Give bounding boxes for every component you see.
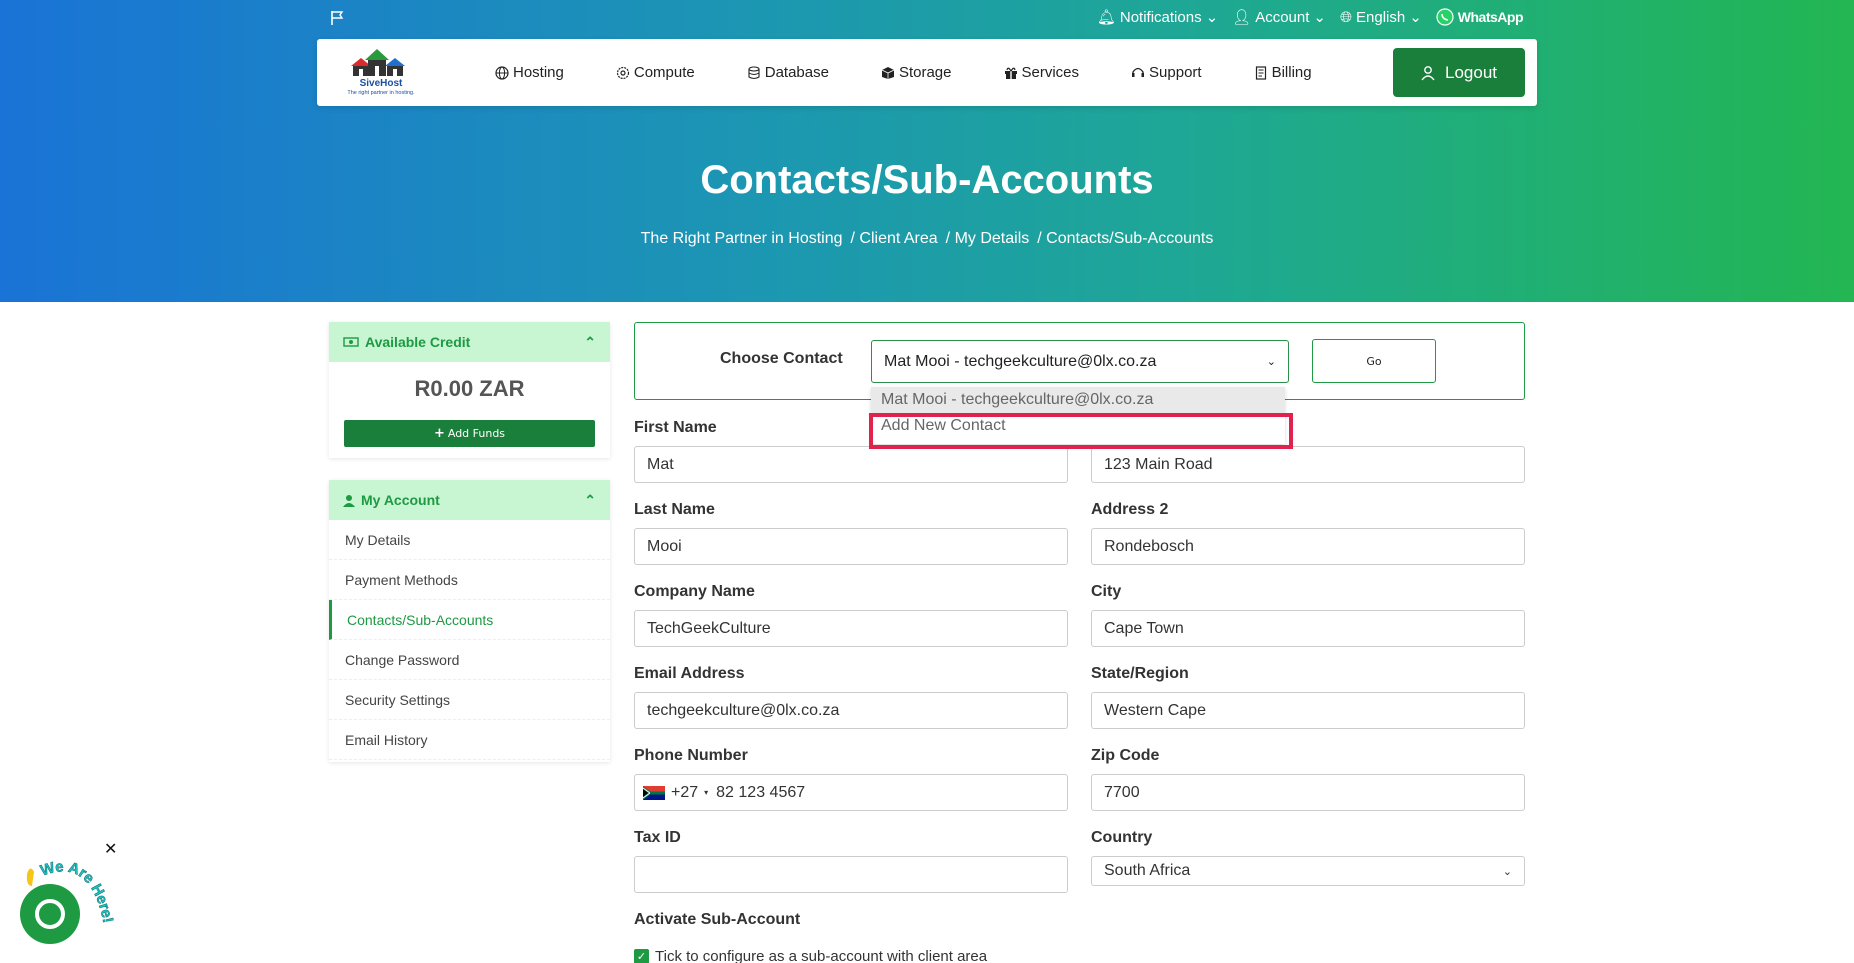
contact-select[interactable]: Mat Mooi - techgeekculture@0lx.co.za ⌄: [871, 340, 1289, 383]
nav-hosting[interactable]: Hosting: [495, 64, 564, 81]
my-account-panel: My Account ⌃ My Details Payment Methods …: [329, 480, 610, 762]
account-menu[interactable]: 👤︎ Account ⌄: [1232, 8, 1326, 27]
hero-banner: 🔔︎ Notifications ⌄ 👤︎ Account ⌄ 🌐︎ Engli…: [0, 0, 1854, 302]
globe-icon: 🌐︎: [1339, 8, 1352, 26]
user-icon: [343, 494, 355, 507]
breadcrumb-home[interactable]: The Right Partner in Hosting: [641, 230, 843, 248]
state-label: State/Region: [1091, 665, 1189, 682]
go-button[interactable]: Go: [1312, 339, 1436, 383]
caret-down-icon: ▾: [704, 788, 709, 797]
nav-storage[interactable]: Storage: [881, 64, 952, 81]
box-icon: [881, 66, 895, 79]
activate-subaccount-label: Activate Sub-Account: [634, 911, 801, 928]
chevron-down-icon: ⌄: [1313, 9, 1326, 26]
chevron-up-icon[interactable]: ⌃: [584, 334, 596, 351]
credit-panel-header[interactable]: Available Credit ⌃: [329, 322, 610, 362]
gear-icon: [616, 66, 629, 79]
nav-items: Hosting Compute Database Storage Service…: [495, 39, 1364, 106]
country-code-picker[interactable]: +27 ▾: [643, 784, 708, 802]
state-field[interactable]: Western Cape: [1091, 692, 1525, 729]
whatsapp-icon: [1436, 8, 1454, 26]
company-label: Company Name: [634, 583, 755, 600]
globe-icon: [495, 65, 509, 80]
flag-icon[interactable]: [330, 10, 344, 26]
breadcrumb-my-details[interactable]: / My Details: [946, 230, 1030, 248]
breadcrumb: The Right Partner in Hosting / Client Ar…: [0, 230, 1854, 248]
chevron-down-icon: ⌄: [1502, 865, 1512, 878]
sidebar-item-contacts[interactable]: Contacts/Sub-Accounts: [329, 600, 610, 640]
last-name-label: Last Name: [634, 501, 715, 518]
address2-label: Address 2: [1091, 501, 1169, 518]
whatsapp-link[interactable]: WhatsApp: [1436, 8, 1524, 26]
subaccount-checkbox[interactable]: ✓: [634, 949, 649, 963]
nav-compute[interactable]: Compute: [616, 64, 695, 81]
invoice-icon: [1255, 65, 1266, 80]
email-field[interactable]: techgeekculture@0lx.co.za: [634, 692, 1068, 729]
subaccount-checkbox-row[interactable]: ✓ Tick to configure as a sub-account wit…: [634, 948, 987, 963]
gift-icon: [1004, 67, 1017, 79]
sivehost-logo[interactable]: SiveHost The right partner in hosting.: [331, 44, 431, 100]
logo-tagline: The right partner in hosting.: [347, 90, 415, 96]
chevron-down-icon: ⌄: [1266, 356, 1276, 368]
last-name-field[interactable]: Mooi: [634, 528, 1068, 565]
chat-bubble-icon: [35, 899, 65, 929]
choose-contact-label: Choose Contact: [720, 350, 843, 367]
nav-database[interactable]: Database: [747, 64, 829, 81]
headset-icon: [1132, 67, 1145, 77]
database-icon: [748, 65, 760, 79]
email-label: Email Address: [634, 665, 745, 682]
available-credit-panel: Available Credit ⌃ R0.00 ZAR + Add Funds: [329, 322, 610, 458]
chevron-up-icon[interactable]: ⌃: [584, 492, 596, 509]
plus-icon: +: [433, 426, 445, 441]
money-icon: [343, 337, 359, 347]
chevron-down-icon: ⌄: [1205, 9, 1219, 26]
dropdown-option-existing[interactable]: Mat Mooi - techgeekculture@0lx.co.za: [871, 387, 1285, 413]
close-icon[interactable]: ✕: [104, 839, 117, 858]
breadcrumb-client-area[interactable]: / Client Area: [851, 230, 938, 248]
user-icon: 👤︎: [1232, 9, 1252, 26]
nav-support[interactable]: Support: [1131, 64, 1202, 81]
zip-label: Zip Code: [1091, 747, 1160, 764]
waving-hand-icon: [26, 868, 34, 886]
nav-services[interactable]: Services: [1004, 64, 1079, 81]
first-name-field[interactable]: Mat: [634, 446, 1068, 483]
country-label: Country: [1091, 829, 1153, 846]
south-africa-flag-icon: [643, 785, 665, 800]
phone-field[interactable]: +27 ▾ 82 123 4567: [634, 774, 1068, 811]
city-field[interactable]: Cape Town: [1091, 610, 1525, 647]
top-bar: 🔔︎ Notifications ⌄ 👤︎ Account ⌄ 🌐︎ Engli…: [1096, 8, 1524, 27]
tax-id-label: Tax ID: [634, 829, 681, 846]
language-menu[interactable]: 🌐︎ English ⌄: [1339, 8, 1422, 27]
sidebar-item-payment-methods[interactable]: Payment Methods: [329, 560, 610, 600]
sidebar-item-my-details[interactable]: My Details: [329, 520, 610, 560]
sidebar-item-security-settings[interactable]: Security Settings: [329, 680, 610, 720]
city-label: City: [1091, 583, 1122, 600]
sidebar-item-email-history[interactable]: Email History: [329, 720, 610, 760]
account-panel-header[interactable]: My Account ⌃: [329, 480, 610, 520]
address1-field[interactable]: 123 Main Road: [1091, 446, 1525, 483]
bell-icon: 🔔︎: [1096, 9, 1116, 26]
chevron-down-icon: ⌄: [1409, 9, 1422, 26]
page-title: Contacts/Sub-Accounts: [700, 158, 1154, 202]
breadcrumb-current: / Contacts/Sub-Accounts: [1037, 230, 1214, 247]
main-navbar: SiveHost The right partner in hosting. H…: [317, 39, 1537, 106]
notifications-menu[interactable]: 🔔︎ Notifications ⌄: [1096, 8, 1219, 27]
sidebar-item-change-password[interactable]: Change Password: [329, 640, 610, 680]
add-funds-button[interactable]: + Add Funds: [344, 420, 595, 447]
user-icon: [1421, 65, 1435, 80]
company-field[interactable]: TechGeekCulture: [634, 610, 1068, 647]
phone-label: Phone Number: [634, 747, 748, 764]
chat-button[interactable]: [20, 884, 80, 944]
address2-field[interactable]: Rondebosch: [1091, 528, 1525, 565]
logo-text: SiveHost: [360, 78, 403, 89]
nav-billing[interactable]: Billing: [1254, 64, 1312, 81]
country-select[interactable]: South Africa ⌄: [1091, 856, 1525, 886]
credit-amount: R0.00 ZAR: [414, 376, 525, 401]
first-name-label: First Name: [634, 419, 717, 436]
zip-field[interactable]: 7700: [1091, 774, 1525, 811]
tax-id-field[interactable]: [634, 856, 1068, 893]
logout-button[interactable]: Logout: [1393, 48, 1525, 97]
highlight-box: [869, 413, 1293, 449]
